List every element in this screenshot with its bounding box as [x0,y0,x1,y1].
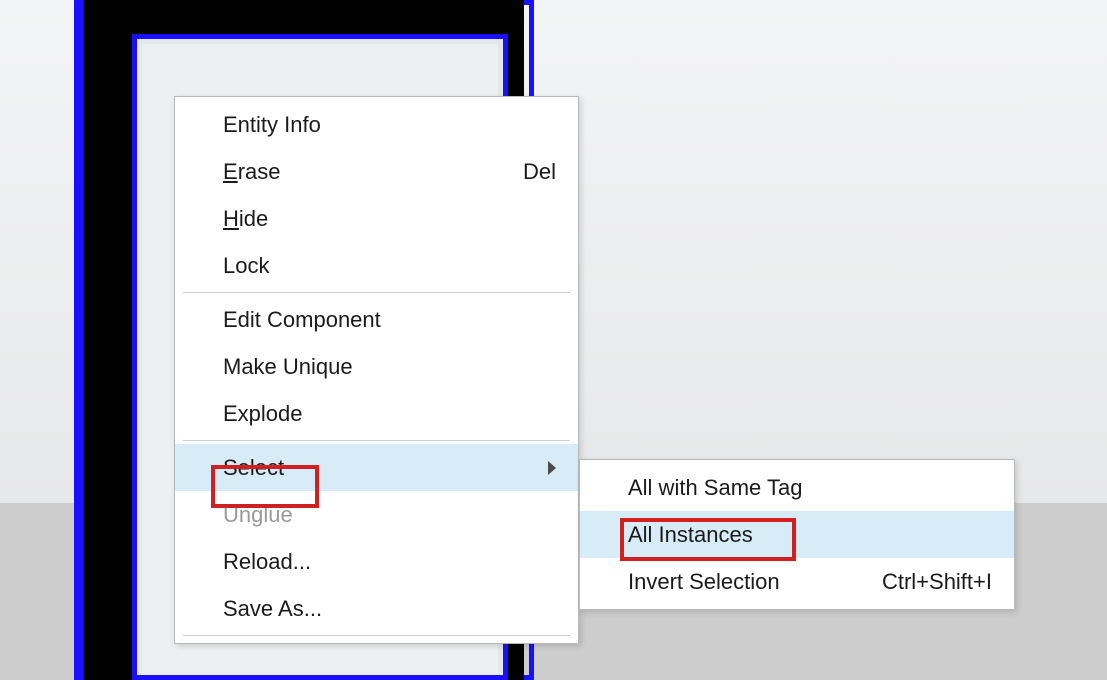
menu-explode[interactable]: Explode [175,390,578,437]
submenu-all-with-same-tag[interactable]: All with Same Tag [580,464,1014,511]
menu-entity-info[interactable]: Entity Info [175,101,578,148]
menu-label: Edit Component [223,307,556,333]
menu-label: Select [223,455,548,481]
menu-erase[interactable]: Erase Del [175,148,578,195]
menu-edit-component[interactable]: Edit Component [175,296,578,343]
submenu-invert-selection[interactable]: Invert Selection Ctrl+Shift+I [580,558,1014,605]
select-submenu: All with Same Tag All Instances Invert S… [579,459,1015,610]
menu-label: Entity Info [223,112,556,138]
submenu-all-instances[interactable]: All Instances [580,511,1014,558]
menu-hide[interactable]: Hide [175,195,578,242]
menu-label: Lock [223,253,556,279]
menu-reload[interactable]: Reload... [175,538,578,585]
submenu-arrow-icon [548,461,556,475]
menu-label: Save As... [223,596,556,622]
menu-separator [183,440,570,441]
menu-label: All Instances [628,522,992,548]
menu-label: Invert Selection [628,569,862,595]
menu-label: All with Same Tag [628,475,992,501]
menu-lock[interactable]: Lock [175,242,578,289]
menu-make-unique[interactable]: Make Unique [175,343,578,390]
menu-shortcut: Del [523,159,556,185]
menu-save-as[interactable]: Save As... [175,585,578,632]
menu-shortcut: Ctrl+Shift+I [882,569,992,595]
menu-select[interactable]: Select [175,444,578,491]
menu-label: Explode [223,401,556,427]
menu-label: Hide [223,206,556,232]
menu-label: Erase [223,159,503,185]
context-menu: Entity Info Erase Del Hide Lock Edit Com… [174,96,579,644]
menu-separator [183,635,570,636]
menu-unglue: Unglue [175,491,578,538]
menu-label: Unglue [223,502,556,528]
menu-separator [183,292,570,293]
menu-label: Make Unique [223,354,556,380]
menu-label: Reload... [223,549,556,575]
